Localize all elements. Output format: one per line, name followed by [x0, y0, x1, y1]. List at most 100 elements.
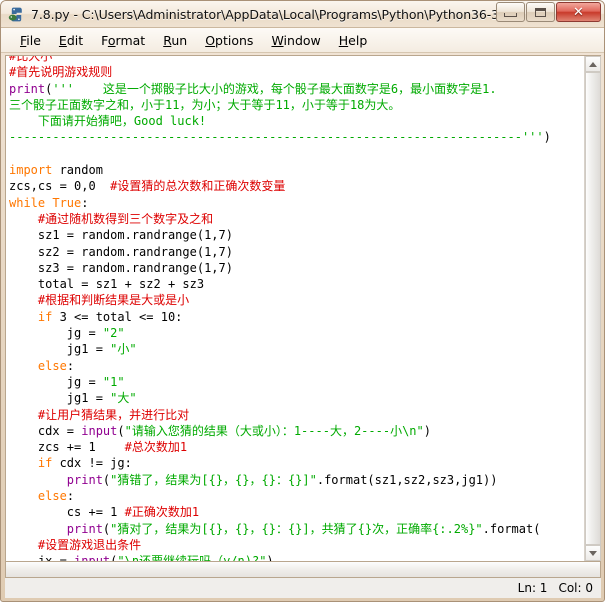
menu-item-window[interactable]: Window — [262, 31, 329, 50]
chevron-up-icon — [589, 61, 597, 67]
menu-item-help[interactable]: Help — [330, 31, 377, 50]
code-token: : — [66, 358, 75, 373]
code-token: "\n还要继续玩吗（y/n)?" — [117, 554, 266, 561]
code-line: #通过随机数得到三个数字及之和 — [9, 211, 584, 227]
code-token: #设置游戏退出条件 — [37, 537, 142, 552]
code-token: total = sz1 + sz2 + sz3 — [9, 277, 205, 292]
idle-editor-window: 7.8.py - C:\Users\Administrator\AppData\… — [0, 0, 605, 602]
code-token: sz1 = random.randrange(1,7) — [9, 228, 233, 243]
code-token: ''' 这是一个掷骰子比大小的游戏，每个骰子最大面数字是6，最小面数字是1. — [52, 81, 497, 96]
code-line: total = sz1 + sz2 + sz3 — [9, 276, 584, 292]
code-token: cs += 1 — [9, 505, 125, 520]
code-token: #设置猜的总次数和正确次数变量 — [110, 179, 286, 194]
code-token: sz2 = random.randrange(1,7) — [9, 244, 233, 259]
code-line: jg = "2" — [9, 325, 584, 341]
code-token: random — [52, 163, 103, 178]
editor-pane: #比大小 #首先说明游戏规则 print(''' 这是一个掷骰子比大小的游戏，每个骰… — [5, 55, 601, 562]
code-token: #通过随机数得到三个数字及之和 — [37, 211, 214, 226]
code-token: #总次数加1 — [124, 440, 188, 455]
vertical-scrollbar[interactable] — [584, 56, 601, 561]
code-line: while True: — [9, 195, 584, 211]
code-token: "猜错了，结果为[{}，{}，{}：{}]" — [110, 472, 317, 487]
vertical-scroll-thumb[interactable] — [585, 72, 601, 545]
menu-item-file[interactable]: File — [11, 31, 50, 50]
code-token: print — [9, 81, 46, 96]
horizontal-scrollbar[interactable] — [5, 562, 601, 578]
menu-item-edit[interactable]: Edit — [50, 31, 92, 50]
code-token: ) — [423, 423, 431, 438]
menu-item-options[interactable]: Options — [196, 31, 262, 50]
code-token: input — [74, 554, 110, 561]
chevron-down-icon — [589, 550, 597, 556]
code-line: jx = input("\n还要继续玩吗（y/n)?") — [9, 553, 584, 561]
code-line: jg1 = "小" — [9, 341, 584, 357]
code-line: if cdx != jg: — [9, 455, 584, 471]
code-token: 3 <= total <= 10: — [52, 309, 183, 324]
code-token: .format(sz1,sz2,sz3,jg1)) — [316, 472, 498, 487]
code-line: #首先说明游戏规则 — [9, 64, 584, 80]
line-indicator: Ln: 1 — [517, 581, 548, 595]
window-controls: ✕ — [496, 2, 601, 22]
code-line: #比大小 — [9, 56, 584, 64]
code-line: cdx = input("请输入您猜的结果（大或小）：1----大，2----小… — [9, 423, 584, 439]
code-token: if — [37, 309, 53, 324]
code-line: print("猜对了，结果为[{}，{}，{}：{}]，共猜了{}次，正确率{:… — [9, 521, 584, 537]
code-line: zcs += 1 #总次数加1 — [9, 439, 584, 455]
code-token: jg1 = — [9, 342, 111, 357]
code-line: jg1 = "大" — [9, 390, 584, 406]
code-token: print — [66, 521, 103, 536]
horizontal-scroll-thumb[interactable] — [6, 562, 600, 577]
code-token: "请输入您猜的结果（大或小）：1----大，2----小\n" — [124, 423, 424, 438]
code-token: print — [66, 472, 103, 487]
menu-item-run[interactable]: Run — [154, 31, 196, 50]
code-token: "小" — [110, 342, 137, 357]
minimize-button[interactable] — [496, 2, 525, 22]
menu-item-format[interactable]: Format — [92, 31, 154, 50]
code-token: zcs += 1 — [9, 440, 125, 455]
maximize-button[interactable] — [526, 2, 555, 22]
scroll-up-button[interactable] — [585, 56, 601, 72]
window-title: 7.8.py - C:\Users\Administrator\AppData\… — [31, 6, 519, 22]
source-code: #比大小 #首先说明游戏规则 print(''' 这是一个掷骰子比大小的游戏，每个骰… — [9, 56, 584, 561]
code-line: print("猜错了，结果为[{}，{}，{}：{}]".format(sz1,… — [9, 472, 584, 488]
code-line: if 3 <= total <= 10: — [9, 309, 584, 325]
code-token: "1" — [102, 374, 125, 389]
code-line: print(''' 这是一个掷骰子比大小的游戏，每个骰子最大面数字是6，最小面数… — [9, 81, 584, 97]
minimize-icon — [504, 13, 517, 17]
code-line: 下面请开始猜吧，Good luck! — [9, 113, 584, 129]
code-token: #比大小 — [9, 56, 53, 63]
scroll-down-button[interactable] — [585, 545, 601, 561]
code-line: ----------------------------------------… — [9, 129, 584, 145]
code-line: sz1 = random.randrange(1,7) — [9, 227, 584, 243]
code-line: #根据和判断结果是大或是小 — [9, 292, 584, 308]
code-token: : — [66, 489, 75, 504]
code-line: jg = "1" — [9, 374, 584, 390]
code-token: ----------------------------------------… — [9, 130, 544, 145]
code-token: import — [9, 163, 53, 178]
maximize-icon — [535, 7, 546, 17]
close-button[interactable]: ✕ — [556, 2, 601, 22]
close-icon: ✕ — [573, 4, 584, 20]
code-token: : — [81, 195, 89, 210]
code-token: else — [37, 489, 67, 504]
code-line: else: — [9, 358, 584, 374]
code-line: else: — [9, 488, 584, 504]
code-text-area[interactable]: #比大小 #首先说明游戏规则 print(''' 这是一个掷骰子比大小的游戏，每个骰… — [6, 56, 584, 561]
code-token: jx = — [9, 554, 74, 561]
code-token: #首先说明游戏规则 — [9, 65, 113, 80]
code-token: cdx != jg: — [52, 456, 132, 471]
code-token: ) — [543, 130, 551, 145]
code-token: ( — [117, 423, 125, 438]
code-token: 三个骰子正面数字之和，小于11，为小；大于等于11，小于等于18为大。 — [9, 97, 401, 112]
code-token: "猜对了，结果为[{}，{}，{}：{}]，共猜了{}次，正确率{:.2%}" — [110, 521, 483, 536]
title-bar[interactable]: 7.8.py - C:\Users\Administrator\AppData\… — [1, 1, 604, 28]
